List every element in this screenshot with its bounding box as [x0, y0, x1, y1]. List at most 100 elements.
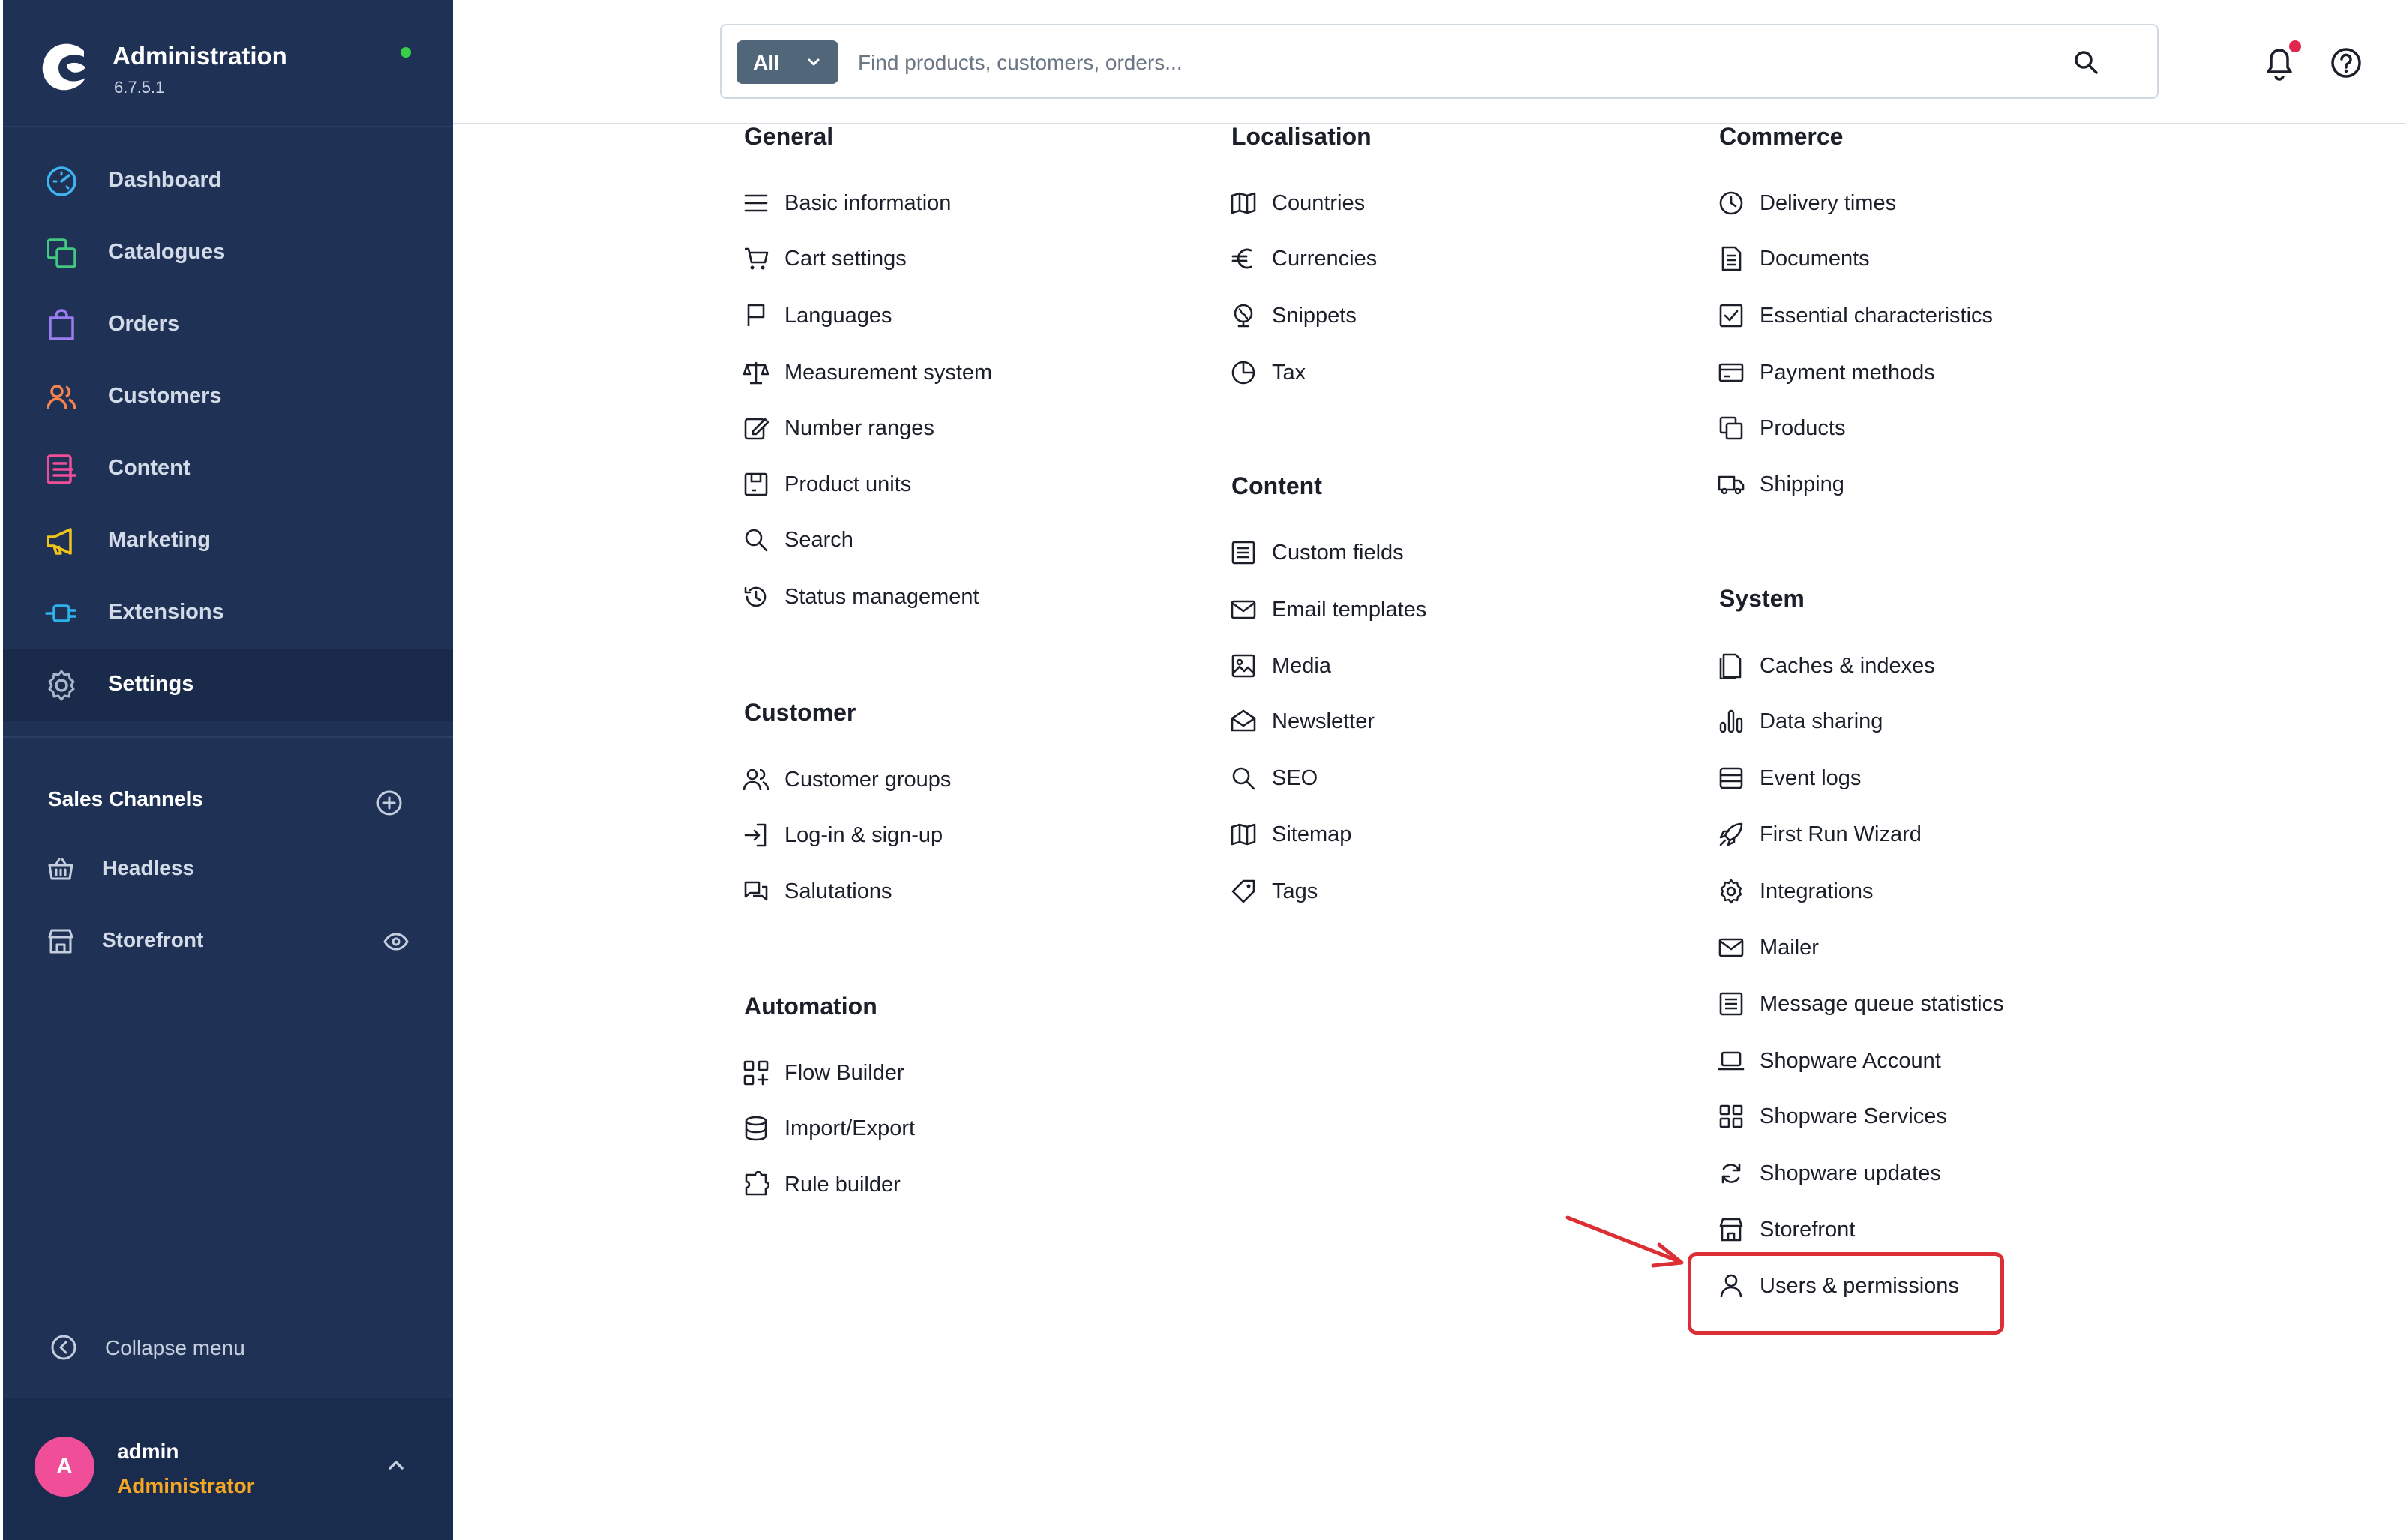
notification-badge	[2289, 40, 2301, 52]
chevron-up-icon[interactable]	[384, 1453, 408, 1477]
setting-seo[interactable]: SEO	[1230, 757, 1650, 799]
setting-essential-characteristics[interactable]: Essential characteristics	[1718, 295, 2138, 337]
setting-search[interactable]: Search	[742, 519, 1162, 561]
pie-chart-icon	[1232, 361, 1256, 385]
nav-item-content[interactable]: Content	[3, 433, 453, 505]
setting-label: Shopware Account	[1760, 1049, 1941, 1073]
tag-icon	[1232, 879, 1256, 903]
setting-email-templates[interactable]: Email templates	[1230, 589, 1650, 631]
setting-import-export[interactable]: Import/Export	[742, 1107, 1162, 1149]
setting-snippets[interactable]: Snippets	[1230, 295, 1650, 337]
setting-event-logs[interactable]: Event logs	[1718, 757, 2138, 799]
setting-shopware-account[interactable]: Shopware Account	[1718, 1040, 2138, 1082]
setting-payment-methods[interactable]: Payment methods	[1718, 352, 2138, 394]
nav-item-settings[interactable]: Settings	[3, 649, 453, 721]
setting-label: Media	[1272, 654, 1331, 678]
setting-number-ranges[interactable]: Number ranges	[742, 407, 1162, 449]
setting-shipping[interactable]: Shipping	[1718, 463, 2138, 505]
setting-languages[interactable]: Languages	[742, 295, 1162, 337]
nav-label: Settings	[108, 672, 194, 696]
flag-icon	[747, 304, 765, 326]
collapse-menu-button[interactable]: Collapse menu	[3, 1324, 453, 1377]
setting-currencies[interactable]: Currencies	[1230, 238, 1650, 280]
setting-documents[interactable]: Documents	[1718, 238, 2138, 280]
shopware-logo-icon[interactable]	[38, 37, 94, 94]
eye-icon[interactable]	[382, 928, 410, 955]
setting-cart-settings[interactable]: Cart settings	[742, 238, 1162, 280]
nav-item-customers[interactable]: Customers	[3, 361, 453, 433]
setting-label: Storefront	[1760, 1218, 1856, 1242]
setting-salutations[interactable]: Salutations	[742, 870, 1162, 912]
setting-sitemap[interactable]: Sitemap	[1230, 813, 1650, 855]
setting-rule-builder[interactable]: Rule builder	[742, 1164, 1162, 1206]
setting-status-management[interactable]: Status management	[742, 576, 1162, 618]
setting-login-signup[interactable]: Log-in & sign-up	[742, 814, 1162, 856]
setting-products[interactable]: Products	[1718, 407, 2138, 449]
setting-label: Log-in & sign-up	[784, 823, 944, 847]
nav-item-orders[interactable]: Orders	[3, 289, 453, 361]
search-scope-dropdown[interactable]: All	[736, 40, 838, 84]
setting-shopware-services[interactable]: Shopware Services	[1718, 1095, 2138, 1137]
setting-media[interactable]: Media	[1230, 645, 1650, 687]
setting-message-queue-statistics[interactable]: Message queue statistics	[1718, 983, 2138, 1025]
search-icon[interactable]	[2072, 48, 2100, 76]
setting-data-sharing[interactable]: Data sharing	[1718, 700, 2138, 742]
setting-flow-builder[interactable]: Flow Builder	[742, 1052, 1162, 1094]
sales-channel-headless[interactable]: Headless	[3, 840, 453, 900]
chevron-down-icon	[808, 58, 820, 66]
plus-circle-icon[interactable]	[375, 789, 404, 817]
map-icon	[1231, 823, 1256, 846]
history-icon	[744, 586, 766, 607]
setting-integrations[interactable]: Integrations	[1718, 870, 2138, 912]
clock-icon	[1719, 191, 1743, 215]
scales-icon	[742, 362, 770, 385]
setting-measurement-system[interactable]: Measurement system	[742, 352, 1162, 394]
setting-label: Data sharing	[1760, 709, 1883, 733]
status-indicator	[400, 47, 411, 58]
setting-label: Tags	[1272, 879, 1318, 903]
setting-delivery-times[interactable]: Delivery times	[1718, 182, 2138, 224]
setting-label: Caches & indexes	[1760, 654, 1935, 678]
nav-label: Customers	[108, 384, 222, 408]
nav-item-marketing[interactable]: Marketing	[3, 505, 453, 577]
setting-caches-indexes[interactable]: Caches & indexes	[1718, 645, 2138, 687]
setting-product-units[interactable]: Product units	[742, 463, 1162, 505]
setting-shopware-updates[interactable]: Shopware updates	[1718, 1152, 2138, 1194]
setting-label: Import/Export	[784, 1116, 916, 1140]
nav-item-dashboard[interactable]: Dashboard	[3, 145, 453, 217]
setting-tax[interactable]: Tax	[1230, 352, 1650, 394]
speedometer-icon	[46, 166, 76, 196]
setting-custom-fields[interactable]: Custom fields	[1230, 532, 1650, 574]
rocket-icon	[1719, 822, 1743, 846]
chevron-left-circle-icon	[51, 1335, 76, 1360]
setting-countries[interactable]: Countries	[1230, 182, 1650, 224]
setting-label: Payment methods	[1760, 361, 1935, 385]
user-menu[interactable]: A admin Administrator	[3, 1398, 453, 1540]
user-group-icon	[742, 769, 770, 791]
envelope-icon	[1718, 938, 1744, 957]
nav-item-extensions[interactable]: Extensions	[3, 577, 453, 649]
setting-label: Currencies	[1272, 247, 1378, 271]
setting-label: Snippets	[1272, 304, 1357, 328]
global-search: All	[720, 24, 2158, 99]
setting-storefront[interactable]: Storefront	[1718, 1209, 2138, 1251]
setting-mailer[interactable]: Mailer	[1718, 927, 2138, 969]
help-icon[interactable]	[2330, 46, 2362, 79]
user-role: Administrator	[117, 1474, 255, 1497]
setting-basic-information[interactable]: Basic information	[742, 182, 1162, 224]
setting-tags[interactable]: Tags	[1230, 870, 1650, 912]
content-icon	[46, 454, 76, 484]
sales-channel-storefront[interactable]: Storefront	[3, 912, 453, 972]
nav-label: Content	[108, 456, 190, 480]
list-box-icon	[1232, 541, 1256, 565]
setting-newsletter[interactable]: Newsletter	[1230, 700, 1650, 742]
setting-label: Message queue statistics	[1760, 992, 2004, 1016]
setting-label: Salutations	[784, 879, 892, 903]
nav-item-catalogues[interactable]: Catalogues	[3, 217, 453, 289]
setting-label: Email templates	[1272, 598, 1427, 622]
list-box-icon	[1719, 992, 1743, 1016]
search-input[interactable]	[856, 42, 2030, 84]
setting-first-run-wizard[interactable]: First Run Wizard	[1718, 813, 2138, 855]
cache-icon	[1719, 653, 1742, 679]
setting-customer-groups[interactable]: Customer groups	[742, 759, 1162, 801]
